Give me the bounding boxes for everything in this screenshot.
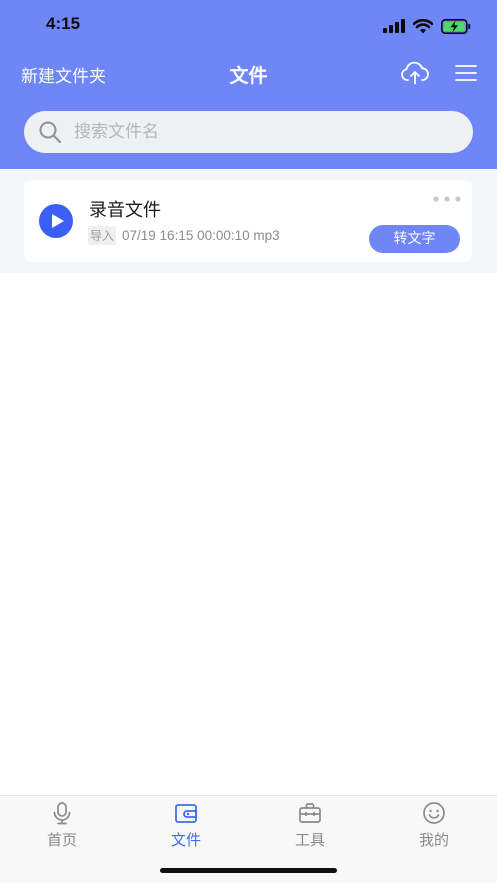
file-list-item[interactable]: 录音文件 导入 07/19 16:15 00:00:10 mp3 转文字 bbox=[24, 180, 472, 262]
play-icon[interactable] bbox=[38, 203, 74, 239]
tab-label: 我的 bbox=[418, 831, 449, 849]
import-tag: 导入 bbox=[88, 226, 117, 245]
status-icons bbox=[383, 16, 471, 36]
nav-bar: 新建文件夹 文件 bbox=[0, 52, 497, 92]
new-folder-button[interactable]: 新建文件夹 bbox=[21, 62, 106, 87]
signal-icon bbox=[383, 19, 405, 33]
tab-label: 首页 bbox=[46, 831, 77, 849]
status-bar: 4:15 bbox=[0, 0, 497, 50]
file-name: 录音文件 bbox=[89, 200, 161, 221]
tab-label: 工具 bbox=[294, 831, 325, 849]
battery-charging-icon bbox=[441, 18, 471, 34]
wifi-icon bbox=[413, 18, 433, 33]
more-options-icon[interactable] bbox=[432, 194, 462, 204]
smiley-icon bbox=[423, 802, 445, 824]
search-input[interactable] bbox=[74, 111, 454, 153]
menu-icon[interactable] bbox=[454, 62, 478, 84]
toolbox-icon bbox=[299, 803, 321, 823]
file-meta: 导入 07/19 16:15 00:00:10 mp3 bbox=[88, 226, 280, 245]
transcribe-button[interactable]: 转文字 bbox=[369, 225, 460, 253]
cloud-upload-icon[interactable] bbox=[400, 60, 430, 86]
search-icon bbox=[39, 121, 62, 144]
header: 4:15 新建文件夹 文件 bbox=[0, 0, 497, 169]
search-box[interactable] bbox=[24, 111, 473, 153]
tab-label: 文件 bbox=[170, 831, 201, 849]
home-indicator[interactable] bbox=[160, 868, 337, 873]
file-meta-text: 07/19 16:15 00:00:10 mp3 bbox=[122, 228, 280, 243]
tab-files[interactable]: 文件 bbox=[124, 796, 248, 856]
tab-home[interactable]: 首页 bbox=[0, 796, 124, 856]
folder-icon bbox=[175, 804, 197, 823]
microphone-icon bbox=[53, 802, 71, 825]
tab-tools[interactable]: 工具 bbox=[248, 796, 372, 856]
status-time: 4:15 bbox=[46, 14, 81, 33]
tab-profile[interactable]: 我的 bbox=[372, 796, 496, 856]
